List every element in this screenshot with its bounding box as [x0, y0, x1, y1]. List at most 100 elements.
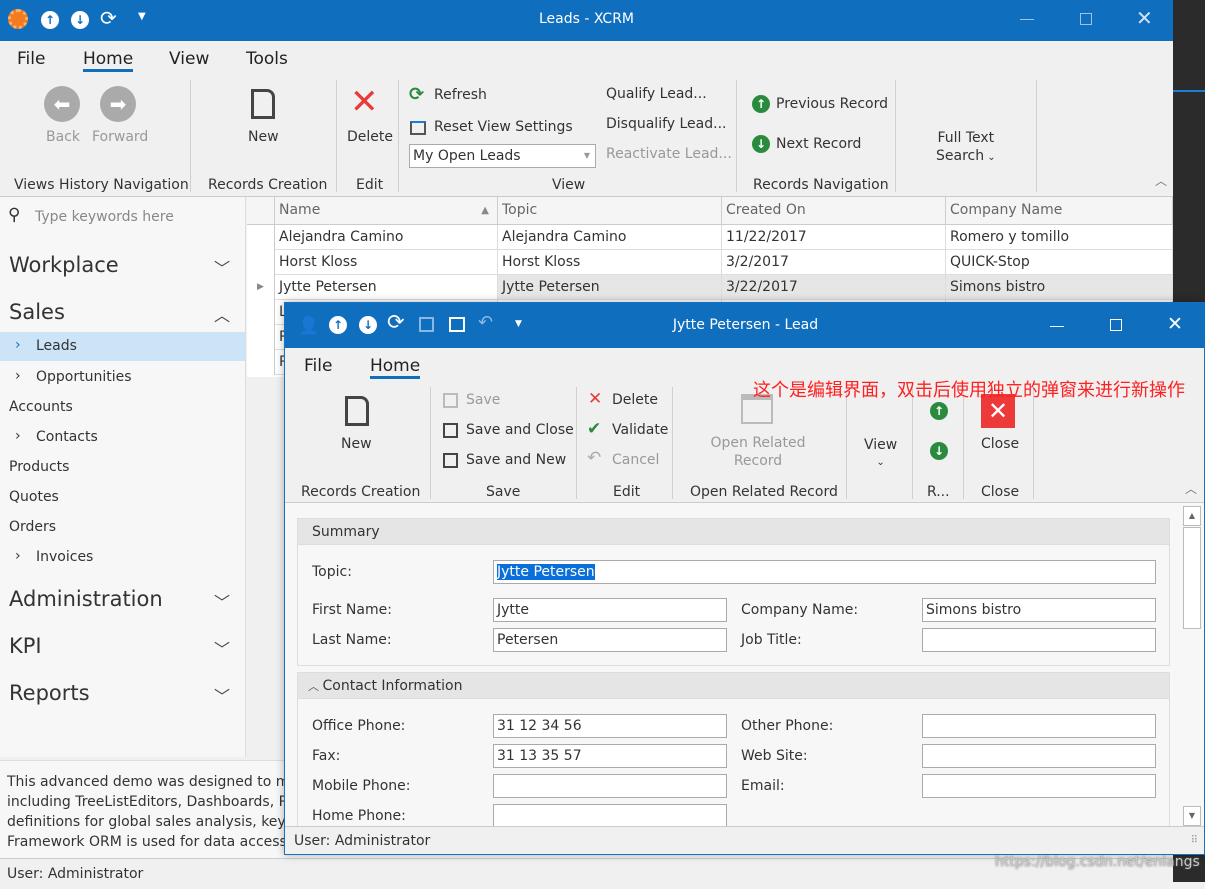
column-header-created-on[interactable]: Created On: [722, 197, 946, 225]
grid-cell[interactable]: Jytte Petersen: [275, 275, 498, 300]
column-header-topic[interactable]: Topic: [498, 197, 722, 225]
close-button[interactable]: ✕: [1136, 6, 1153, 30]
web-site-input[interactable]: [922, 744, 1156, 768]
grid-cell[interactable]: Alejandra Camino: [275, 225, 498, 250]
new-document-icon[interactable]: [251, 89, 275, 119]
validate-button[interactable]: Validate: [612, 422, 668, 438]
scroll-down-button[interactable]: ▼: [1183, 806, 1201, 826]
open-related-record-button[interactable]: Open Related Record: [688, 434, 828, 470]
collapse-ribbon-icon[interactable]: ︿: [1185, 480, 1197, 497]
new-button[interactable]: New: [248, 129, 279, 145]
disqualify-lead-button[interactable]: Disqualify Lead...: [606, 116, 726, 132]
office-phone-input[interactable]: 31 12 34 56: [493, 714, 727, 738]
forward-button[interactable]: Forward: [92, 129, 148, 145]
back-icon[interactable]: ⬅: [44, 86, 80, 122]
mobile-phone-input[interactable]: [493, 774, 727, 798]
other-phone-input[interactable]: [922, 714, 1156, 738]
new-document-icon[interactable]: [345, 396, 369, 426]
delete-button[interactable]: Delete: [347, 129, 393, 145]
column-header-company-name[interactable]: Company Name: [946, 197, 1173, 225]
row-indicator[interactable]: [247, 300, 275, 325]
qualify-lead-button[interactable]: Qualify Lead...: [606, 86, 707, 102]
grid-cell[interactable]: 11/22/2017: [722, 225, 946, 250]
fax-input[interactable]: 31 13 35 57: [493, 744, 727, 768]
grid-cell[interactable]: Jytte Petersen: [498, 275, 722, 300]
company-name-input[interactable]: Simons bistro: [922, 598, 1156, 622]
first-name-input[interactable]: Jytte: [493, 598, 727, 622]
grid-cell[interactable]: Horst Kloss: [275, 250, 498, 275]
row-indicator[interactable]: ▶: [247, 275, 275, 300]
reset-view-settings-button[interactable]: Reset View Settings: [434, 119, 573, 135]
previous-record-button[interactable]: Previous Record: [776, 96, 888, 112]
nav-item-contacts[interactable]: Contacts: [36, 429, 98, 445]
close-record-button[interactable]: Close: [981, 436, 1019, 452]
scroll-thumb[interactable]: [1183, 527, 1201, 629]
email-input[interactable]: [922, 774, 1156, 798]
grid-cell[interactable]: Alejandra Camino: [498, 225, 722, 250]
collapse-ribbon-icon[interactable]: ︿: [1155, 172, 1167, 189]
search-input[interactable]: Type keywords here: [35, 209, 174, 225]
nav-item-leads[interactable]: › Leads: [0, 332, 245, 361]
resize-grip-icon[interactable]: ⠿: [1191, 827, 1198, 855]
nav-group-workplace[interactable]: Workplace: [9, 253, 119, 277]
chevron-up-icon[interactable]: ︿: [214, 302, 230, 326]
minimize-button[interactable]: [1020, 19, 1034, 20]
tab-home[interactable]: Home: [83, 49, 134, 72]
chevron-down-icon[interactable]: ﹀: [214, 255, 230, 279]
row-indicator[interactable]: [247, 225, 275, 250]
nav-item-orders[interactable]: Orders: [9, 519, 56, 535]
save-button[interactable]: Save: [466, 392, 500, 408]
last-name-input[interactable]: Petersen: [493, 628, 727, 652]
close-button[interactable]: ✕: [1167, 313, 1183, 335]
grid-cell[interactable]: Romero y tomillo: [946, 225, 1173, 250]
nav-group-reports[interactable]: Reports: [9, 681, 90, 705]
row-indicator[interactable]: [247, 250, 275, 275]
nav-item-accounts[interactable]: Accounts: [9, 399, 73, 415]
grid-cell[interactable]: Simons bistro: [946, 275, 1173, 300]
grid-cell[interactable]: QUICK-Stop: [946, 250, 1173, 275]
reactivate-lead-button[interactable]: Reactivate Lead...: [606, 146, 732, 162]
next-record-button[interactable]: Next Record: [776, 136, 861, 152]
topic-input[interactable]: Jytte Petersen: [493, 560, 1156, 584]
grid-cell[interactable]: 3/22/2017: [722, 275, 946, 300]
nav-item-invoices[interactable]: Invoices: [36, 549, 93, 565]
tab-file[interactable]: File: [17, 49, 45, 69]
back-button[interactable]: Back: [46, 129, 80, 145]
chevron-down-icon[interactable]: ﹀: [214, 589, 230, 613]
view-select[interactable]: My Open Leads ▼: [409, 144, 596, 168]
tab-view[interactable]: View: [169, 49, 209, 69]
contact-header[interactable]: ︿ Contact Information: [298, 673, 1169, 699]
next-record-icon[interactable]: ↓: [930, 442, 948, 460]
chevron-down-icon[interactable]: ﹀: [214, 683, 230, 707]
row-indicator[interactable]: [247, 350, 275, 375]
column-header-name[interactable]: Name ▲: [275, 197, 498, 225]
nav-group-kpi[interactable]: KPI: [9, 634, 42, 658]
minimize-button[interactable]: [1050, 326, 1064, 327]
view-button[interactable]: View ⌄: [864, 436, 897, 472]
new-button[interactable]: New: [341, 436, 372, 452]
grid-cell[interactable]: Horst Kloss: [498, 250, 722, 275]
nav-item-products[interactable]: Products: [9, 459, 69, 475]
nav-group-administration[interactable]: Administration: [9, 587, 163, 611]
home-phone-input[interactable]: [493, 804, 727, 826]
nav-group-sales[interactable]: Sales: [9, 300, 65, 324]
cancel-button[interactable]: Cancel: [612, 452, 659, 468]
refresh-button[interactable]: Refresh: [434, 87, 487, 103]
tab-file[interactable]: File: [304, 356, 332, 376]
vertical-scrollbar[interactable]: ▲ ▼: [1183, 506, 1201, 826]
scroll-up-button[interactable]: ▲: [1183, 506, 1201, 526]
maximize-button[interactable]: [1110, 319, 1122, 331]
save-and-close-button[interactable]: Save and Close: [466, 422, 574, 438]
tab-tools[interactable]: Tools: [246, 49, 288, 69]
job-title-input[interactable]: [922, 628, 1156, 652]
maximize-button[interactable]: [1080, 13, 1092, 25]
chevron-down-icon[interactable]: ﹀: [214, 636, 230, 660]
delete-icon[interactable]: ✕: [350, 82, 379, 122]
delete-button[interactable]: Delete: [612, 392, 658, 408]
nav-item-quotes[interactable]: Quotes: [9, 489, 59, 505]
nav-item-opportunities[interactable]: Opportunities: [36, 369, 132, 385]
tab-home[interactable]: Home: [370, 356, 421, 379]
save-and-new-button[interactable]: Save and New: [466, 452, 566, 468]
grid-cell[interactable]: 3/2/2017: [722, 250, 946, 275]
full-text-search-button[interactable]: Full Text Search ⌄: [936, 129, 996, 167]
